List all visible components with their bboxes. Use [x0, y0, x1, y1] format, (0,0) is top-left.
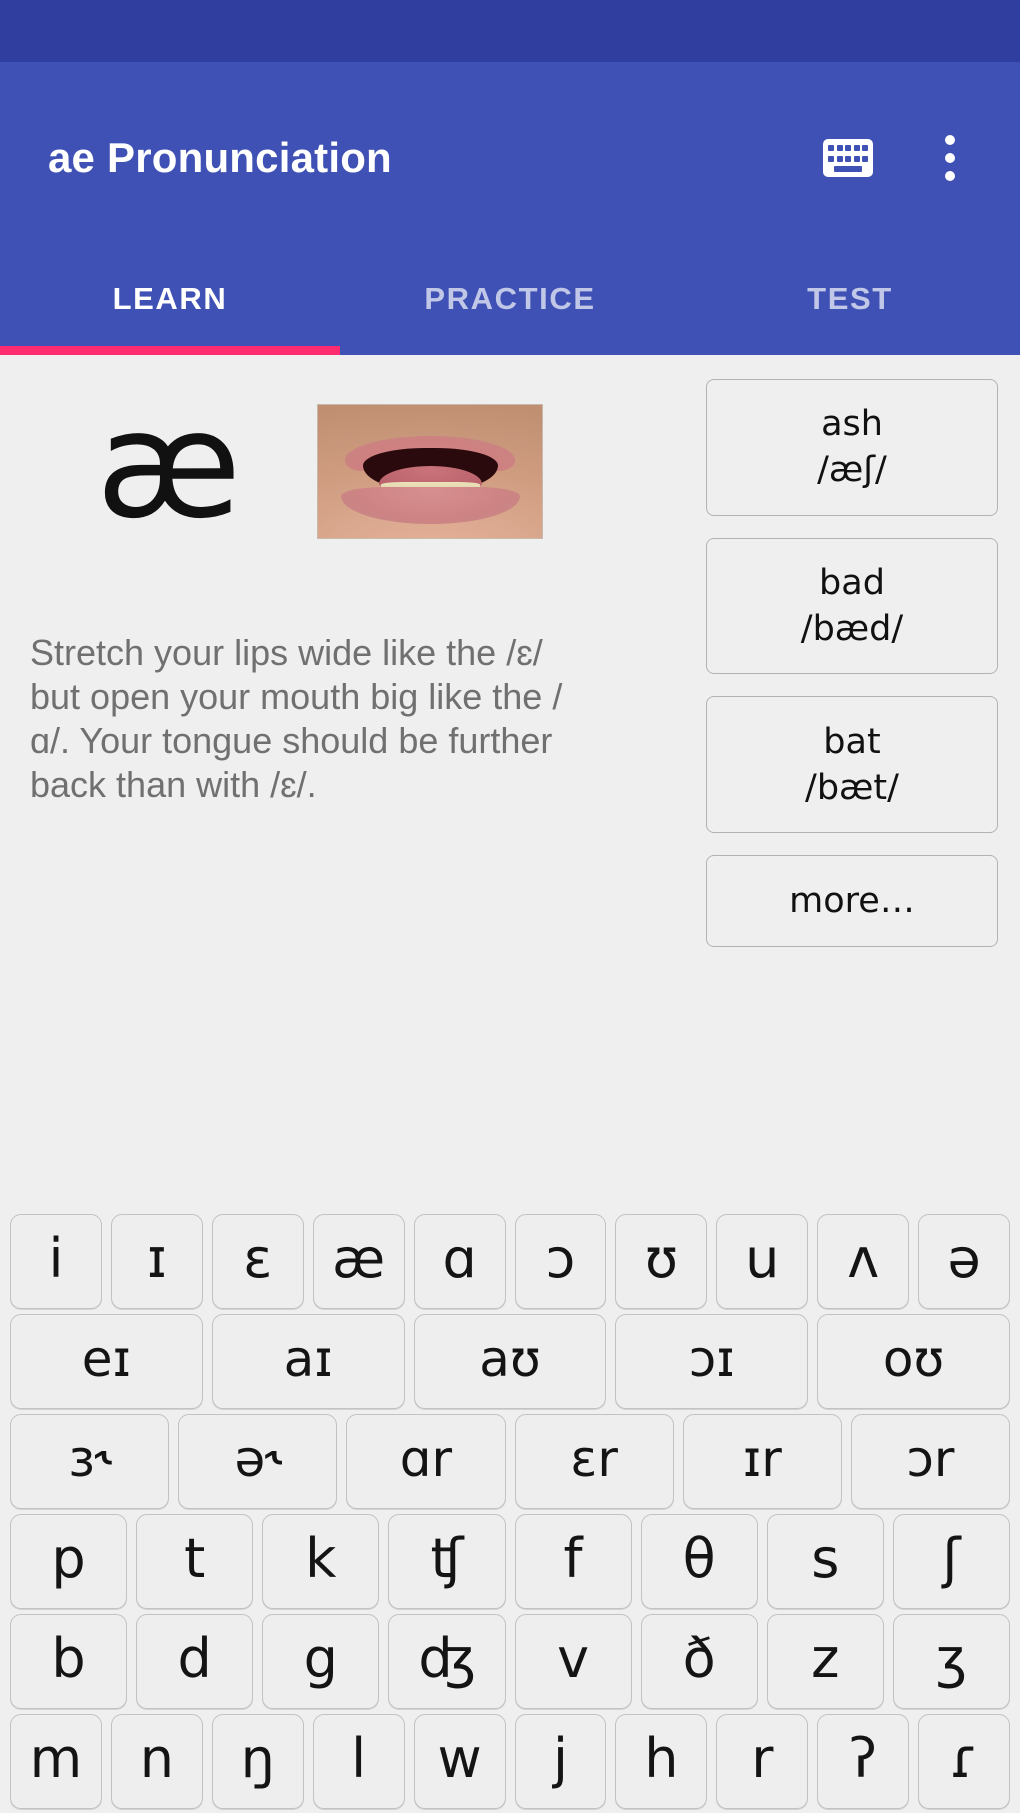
example-word-ipa: /bæt/: [805, 767, 899, 808]
ipa-row-monophthongs: i ɪ ɛ æ ɑ ɔ ʊ u ʌ ə: [10, 1214, 1011, 1309]
ipa-key[interactable]: p: [10, 1514, 128, 1609]
ipa-key[interactable]: ɪ: [110, 1214, 203, 1309]
symbol-row: æ: [22, 377, 690, 565]
keyboard-icon: [823, 139, 873, 177]
ipa-key[interactable]: ɪr: [682, 1414, 842, 1509]
ipa-key[interactable]: ʃ: [892, 1514, 1010, 1609]
tab-test[interactable]: TEST: [680, 254, 1020, 355]
ipa-key[interactable]: ɔr: [850, 1414, 1011, 1509]
ipa-key[interactable]: ɜ˞: [10, 1414, 170, 1509]
tab-indicator: [0, 346, 340, 355]
example-word-list: ash /æʃ/ bad /bæd/ bat /bæt/ more…: [706, 377, 998, 948]
ipa-key[interactable]: l: [312, 1714, 405, 1809]
ipa-key[interactable]: g: [262, 1614, 380, 1709]
content-area: æ Stretch your lips wide like the /ɛ/ bu…: [0, 355, 1020, 1813]
ipa-row-r-colored: ɜ˞ ə˞ ɑr ɛr ɪr ɔr: [10, 1414, 1011, 1509]
example-word-button[interactable]: ash /æʃ/: [706, 379, 998, 516]
ipa-key[interactable]: ɛ: [211, 1214, 304, 1309]
ipa-keyboard: i ɪ ɛ æ ɑ ɔ ʊ u ʌ ə eɪ aɪ aʊ ɔɪ oʊ ɜ˞ ə˞: [0, 1214, 1020, 1813]
example-word-label: bat: [823, 721, 881, 762]
ipa-key[interactable]: eɪ: [10, 1314, 203, 1409]
ipa-key[interactable]: ʒ: [892, 1614, 1010, 1709]
ipa-key[interactable]: f: [514, 1514, 632, 1609]
ipa-row-sonorants: m n ŋ l w j h r ʔ ɾ: [10, 1714, 1011, 1809]
ipa-key[interactable]: w: [413, 1714, 506, 1809]
phoneme-symbol: æ: [96, 379, 242, 551]
keyboard-toggle-button[interactable]: [812, 122, 884, 194]
example-word-label: bad: [819, 562, 885, 603]
example-word-button[interactable]: bat /bæt/: [706, 696, 998, 834]
ipa-key[interactable]: d: [136, 1614, 254, 1709]
ipa-key[interactable]: u: [716, 1214, 809, 1309]
app-root: ae Pronunciation LEARN PRACTICE TEST æ S…: [0, 0, 1020, 1813]
ipa-key[interactable]: ʤ: [388, 1614, 506, 1709]
ipa-key[interactable]: ð: [640, 1614, 758, 1709]
mouth-articulation-image: [317, 403, 544, 539]
overflow-menu-button[interactable]: [914, 122, 986, 194]
ipa-key[interactable]: ʔ: [817, 1714, 910, 1809]
ipa-key[interactable]: j: [514, 1714, 607, 1809]
keyboard-icon-spacebar: [834, 166, 862, 172]
ipa-key[interactable]: k: [262, 1514, 380, 1609]
ipa-key[interactable]: ə: [918, 1214, 1011, 1309]
ipa-key[interactable]: ɾ: [918, 1714, 1011, 1809]
ipa-key[interactable]: s: [766, 1514, 884, 1609]
more-vert-icon: [945, 135, 955, 181]
ipa-key[interactable]: v: [514, 1614, 632, 1709]
ipa-key[interactable]: oʊ: [817, 1314, 1010, 1409]
ipa-key[interactable]: ŋ: [211, 1714, 304, 1809]
ipa-key[interactable]: aɪ: [211, 1314, 405, 1409]
keyboard-icon-row: [828, 145, 868, 151]
tab-bar: LEARN PRACTICE TEST: [0, 254, 1020, 355]
tab-practice[interactable]: PRACTICE: [340, 254, 680, 355]
ipa-key[interactable]: z: [766, 1614, 884, 1709]
ipa-key[interactable]: ʊ: [615, 1214, 708, 1309]
ipa-key[interactable]: aʊ: [413, 1314, 607, 1409]
ipa-key[interactable]: ɑ: [413, 1214, 506, 1309]
ipa-key[interactable]: θ: [640, 1514, 758, 1609]
ipa-key[interactable]: i: [10, 1214, 102, 1309]
ipa-row-voiceless-consonants: p t k ʧ f θ s ʃ: [10, 1514, 1010, 1609]
ipa-key[interactable]: æ: [312, 1214, 405, 1309]
learn-panel: æ Stretch your lips wide like the /ɛ/ bu…: [0, 355, 1020, 948]
example-word-ipa: /bæd/: [800, 609, 904, 650]
ipa-key[interactable]: r: [716, 1714, 809, 1809]
example-word-button[interactable]: bad /bæd/: [706, 537, 998, 675]
ipa-key[interactable]: ə˞: [178, 1414, 338, 1509]
ipa-key[interactable]: ʧ: [388, 1514, 506, 1609]
ipa-row-diphthongs: eɪ aɪ aʊ ɔɪ oʊ: [10, 1314, 1010, 1409]
ipa-row-voiced-consonants: b d g ʤ v ð z ʒ: [10, 1614, 1010, 1709]
more-words-button[interactable]: more…: [706, 855, 998, 948]
mouth-lower-lip: [340, 486, 520, 525]
ipa-key[interactable]: ɔ: [514, 1214, 607, 1309]
ipa-key[interactable]: n: [110, 1714, 203, 1809]
example-word-label: ash: [821, 404, 883, 445]
page-title: ae Pronunciation: [48, 134, 392, 181]
status-bar: [0, 0, 1020, 62]
keyboard-icon-row: [828, 155, 868, 162]
ipa-key[interactable]: ɔɪ: [615, 1314, 809, 1409]
ipa-key[interactable]: b: [10, 1614, 128, 1709]
tab-learn[interactable]: LEARN: [0, 254, 340, 355]
app-bar-actions: [812, 122, 986, 194]
app-bar: ae Pronunciation: [0, 62, 1020, 254]
ipa-key[interactable]: ʌ: [817, 1214, 910, 1309]
ipa-key[interactable]: ɛr: [514, 1414, 674, 1509]
pronunciation-description: Stretch your lips wide like the /ɛ/ but …: [30, 632, 563, 805]
learn-left-column: æ Stretch your lips wide like the /ɛ/ bu…: [22, 377, 706, 947]
ipa-key[interactable]: ɑr: [346, 1414, 506, 1509]
ipa-key[interactable]: m: [10, 1714, 102, 1809]
ipa-key[interactable]: h: [615, 1714, 708, 1809]
ipa-key[interactable]: t: [136, 1514, 254, 1609]
example-word-ipa: /æʃ/: [817, 450, 887, 491]
